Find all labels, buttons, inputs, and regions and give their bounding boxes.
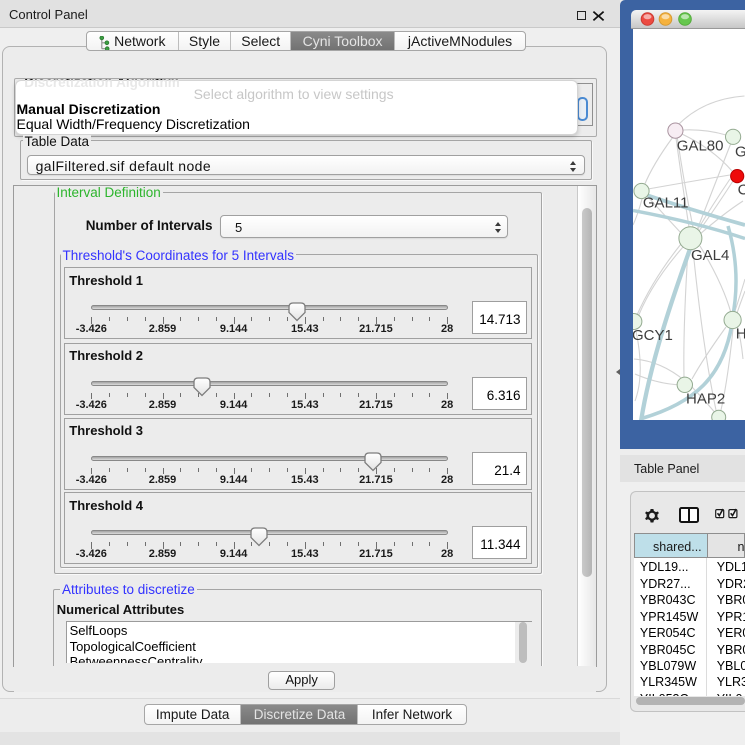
- svg-text:CD: CD: [738, 181, 745, 198]
- svg-text:HAP2: HAP2: [686, 390, 725, 407]
- svg-text:GA: GA: [735, 143, 745, 160]
- svg-text:GAL4: GAL4: [691, 246, 729, 263]
- svg-text:GAL80: GAL80: [677, 137, 724, 154]
- svg-text:HI: HI: [736, 325, 745, 342]
- svg-text:GAL11: GAL11: [643, 194, 689, 211]
- svg-text:GCY1: GCY1: [633, 327, 673, 344]
